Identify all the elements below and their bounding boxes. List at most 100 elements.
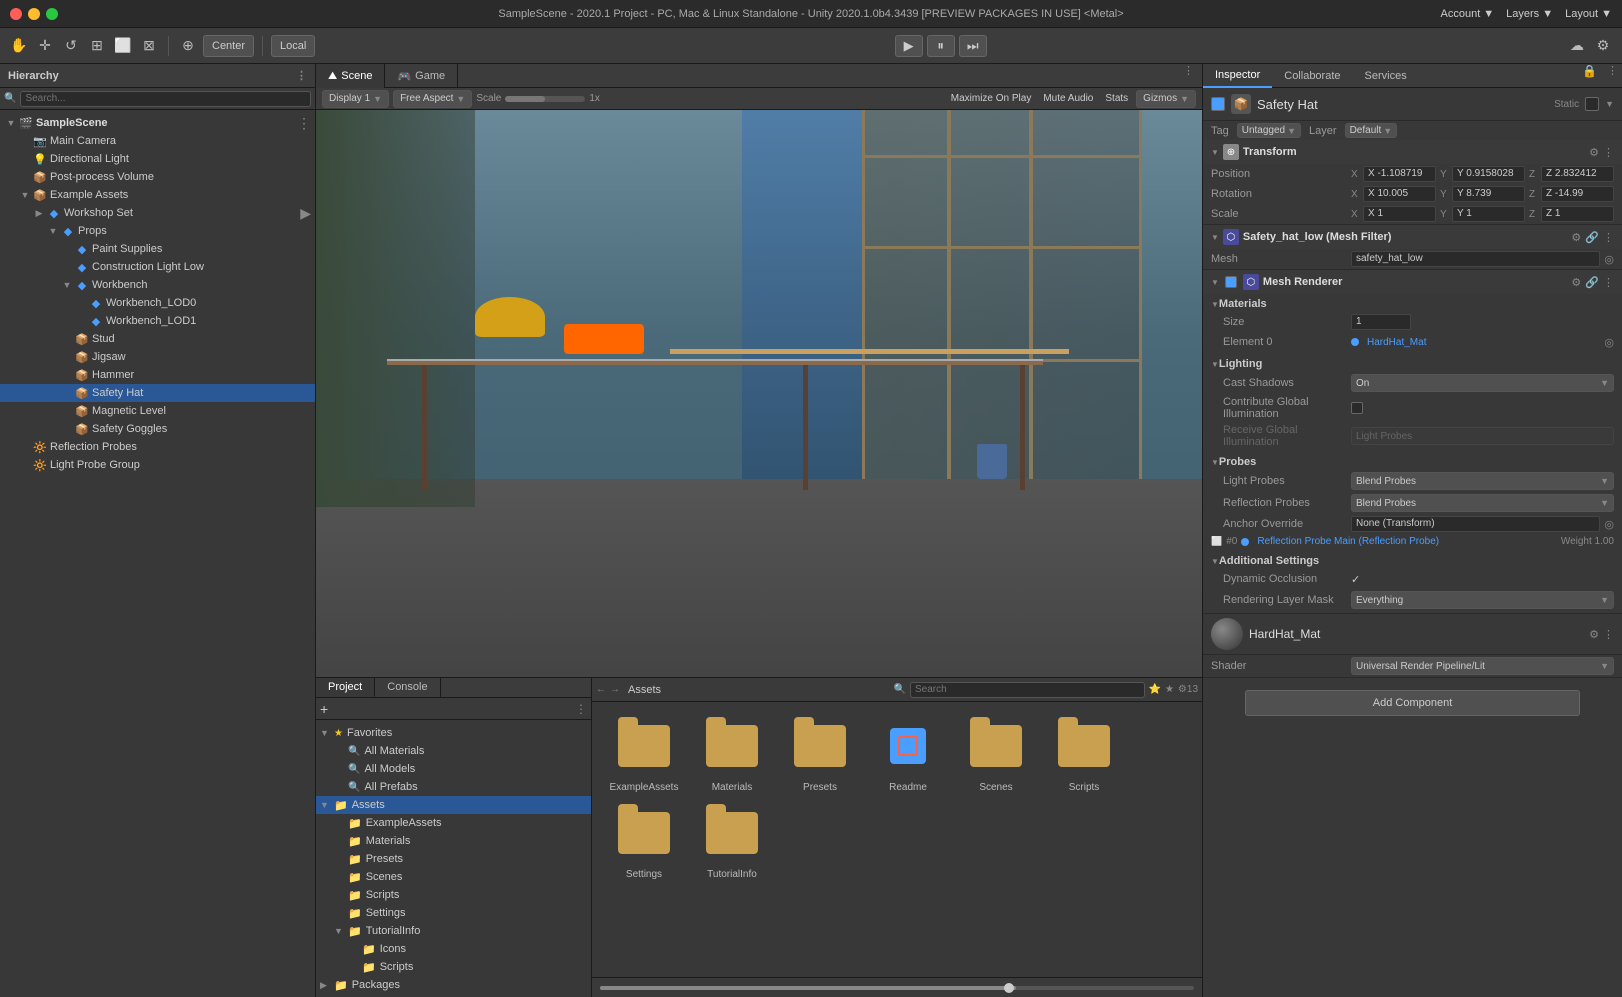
hierarchy-menu-icon[interactable]: ⋮ bbox=[296, 69, 307, 82]
position-y-input[interactable]: Y 0.9158028 bbox=[1452, 166, 1525, 182]
hierarchy-item-magnetic-level[interactable]: 📦 Magnetic Level bbox=[0, 402, 315, 420]
display-dropdown[interactable]: Display 1 ▼ bbox=[322, 90, 389, 108]
project-favorites-group[interactable]: ▼ ★ Favorites bbox=[316, 724, 591, 742]
local-button[interactable]: Local bbox=[271, 35, 315, 57]
scene-root-menu-icon[interactable]: ⋮ bbox=[297, 115, 311, 132]
hierarchy-item-hammer[interactable]: 📦 Hammer bbox=[0, 366, 315, 384]
scale-z-input[interactable]: Z 1 bbox=[1541, 206, 1614, 222]
mr-gear-icon[interactable]: ⚙ bbox=[1571, 276, 1581, 289]
hierarchy-item-example-assets[interactable]: ▼ 📦 Example Assets bbox=[0, 186, 315, 204]
hierarchy-item-safety-hat[interactable]: 📦 Safety Hat bbox=[0, 384, 315, 402]
transform-more-icon[interactable]: ⋮ bbox=[1603, 146, 1614, 159]
asset-scripts[interactable]: Scripts bbox=[1044, 714, 1124, 793]
project-scripts[interactable]: 📁 Scripts bbox=[316, 886, 591, 904]
aspect-dropdown[interactable]: Free Aspect ▼ bbox=[393, 90, 472, 108]
hierarchy-search-input[interactable] bbox=[20, 91, 311, 107]
project-all-materials[interactable]: 🔍 All Materials bbox=[316, 742, 591, 760]
scale-tool-icon[interactable]: ⊞ bbox=[86, 35, 108, 57]
tab-inspector[interactable]: Inspector bbox=[1203, 64, 1272, 88]
tab-console[interactable]: Console bbox=[375, 678, 440, 697]
object-active-checkbox[interactable] bbox=[1211, 97, 1225, 111]
rotation-x-input[interactable]: X 10.005 bbox=[1363, 186, 1436, 202]
rotate-tool-icon[interactable]: ↺ bbox=[60, 35, 82, 57]
mesh-filter-link-icon[interactable]: 🔗 bbox=[1585, 231, 1599, 244]
project-assets-group[interactable]: ▼ 📁 Assets bbox=[316, 796, 591, 814]
tab-project[interactable]: Project bbox=[316, 678, 375, 697]
hierarchy-item-workshop-set[interactable]: ▶ ◆ Workshop Set ▶ bbox=[0, 204, 315, 222]
materials-size-value[interactable]: 1 bbox=[1351, 314, 1411, 330]
tab-services[interactable]: Services bbox=[1353, 64, 1419, 88]
size-slider-track[interactable] bbox=[600, 986, 1194, 990]
scale-x-input[interactable]: X 1 bbox=[1363, 206, 1436, 222]
step-button[interactable]: ⏭ bbox=[959, 35, 987, 57]
mesh-pick-icon[interactable]: ◎ bbox=[1604, 253, 1614, 266]
tab-collaborate[interactable]: Collaborate bbox=[1272, 64, 1352, 88]
hierarchy-item-workbench[interactable]: ▼ ◆ Workbench bbox=[0, 276, 315, 294]
light-probes-dropdown[interactable]: Blend Probes ▼ bbox=[1351, 472, 1614, 490]
static-chevron-icon[interactable]: ▼ bbox=[1605, 99, 1614, 109]
transform-tool-icon[interactable]: ⊠ bbox=[138, 35, 160, 57]
anchor-override-value[interactable]: None (Transform) bbox=[1351, 516, 1600, 532]
project-add-icon[interactable]: + bbox=[320, 701, 328, 717]
mesh-renderer-checkbox[interactable] bbox=[1225, 276, 1237, 288]
rotation-y-input[interactable]: Y 8.739 bbox=[1452, 186, 1525, 202]
hierarchy-item-light-probe-group[interactable]: 🔆 Light Probe Group bbox=[0, 456, 315, 474]
transform-section-header[interactable]: ▼ ⊕ Transform ⚙ ⋮ bbox=[1203, 140, 1622, 164]
scale-bar[interactable] bbox=[505, 96, 585, 102]
project-scenes[interactable]: 📁 Scenes bbox=[316, 868, 591, 886]
add-component-button[interactable]: Add Component bbox=[1245, 690, 1580, 716]
hierarchy-item-main-camera[interactable]: 📷 Main Camera bbox=[0, 132, 315, 150]
pivot-icon[interactable]: ⊕ bbox=[177, 35, 199, 57]
assets-search-input[interactable] bbox=[910, 682, 1145, 698]
center-button[interactable]: Center bbox=[203, 35, 254, 57]
mute-audio-button[interactable]: Mute Audio bbox=[1039, 93, 1097, 104]
anchor-override-pick-icon[interactable]: ◎ bbox=[1604, 518, 1614, 531]
assets-forward-icon[interactable]: → bbox=[610, 684, 620, 695]
rendering-layer-mask-dropdown[interactable]: Everything ▼ bbox=[1351, 591, 1614, 609]
project-tutorial-info[interactable]: ▼ 📁 TutorialInfo bbox=[316, 922, 591, 940]
mr-more-icon[interactable]: ⋮ bbox=[1603, 276, 1614, 289]
hierarchy-scene-root[interactable]: ▼ 🎬 SampleScene ⋮ bbox=[0, 114, 315, 132]
hierarchy-item-workbench-lod0[interactable]: ◆ Workbench_LOD0 bbox=[0, 294, 315, 312]
account-dropdown[interactable]: Account ▼ bbox=[1441, 8, 1495, 20]
project-presets[interactable]: 📁 Presets bbox=[316, 850, 591, 868]
assets-save-search-icon[interactable]: ⭐ bbox=[1149, 684, 1161, 695]
mesh-renderer-header[interactable]: ▼ ⬡ Mesh Renderer ⚙ 🔗 ⋮ bbox=[1203, 270, 1622, 294]
project-settings[interactable]: 📁 Settings bbox=[316, 904, 591, 922]
hierarchy-item-props[interactable]: ▼ ◆ Props bbox=[0, 222, 315, 240]
asset-example-assets[interactable]: ExampleAssets bbox=[604, 714, 684, 793]
tab-scene[interactable]: ⛰ Scene bbox=[316, 64, 385, 88]
settings-icon[interactable]: ⚙ bbox=[1592, 35, 1614, 57]
cloud-icon[interactable]: ☁ bbox=[1566, 35, 1588, 57]
cgi-checkbox[interactable] bbox=[1351, 402, 1363, 414]
layers-dropdown[interactable]: Layers ▼ bbox=[1506, 8, 1553, 20]
dynamic-occlusion-check-icon[interactable]: ✓ bbox=[1351, 573, 1360, 586]
scene-tab-menu-icon[interactable]: ⋮ bbox=[1175, 64, 1202, 87]
hierarchy-item-paint-supplies[interactable]: ◆ Paint Supplies bbox=[0, 240, 315, 258]
stats-button[interactable]: Stats bbox=[1101, 93, 1132, 104]
tab-game[interactable]: 🎮 Game bbox=[385, 64, 458, 88]
close-button[interactable] bbox=[10, 8, 22, 20]
project-ti-scripts[interactable]: 📁 Scripts bbox=[316, 958, 591, 976]
workshop-menu-icon[interactable]: ▶ bbox=[300, 205, 311, 222]
hierarchy-item-reflection-probes[interactable]: 🔆 Reflection Probes bbox=[0, 438, 315, 456]
lighting-sub-header[interactable]: ▼ Lighting bbox=[1203, 356, 1622, 372]
rect-tool-icon[interactable]: ⬜ bbox=[112, 35, 134, 57]
material-more-icon[interactable]: ⋮ bbox=[1603, 628, 1614, 641]
mesh-filter-header[interactable]: ▼ ⬡ Safety_hat_low (Mesh Filter) ⚙ 🔗 ⋮ bbox=[1203, 225, 1622, 249]
tag-dropdown[interactable]: Untagged ▼ bbox=[1237, 123, 1301, 138]
hierarchy-item-postprocess[interactable]: 📦 Post-process Volume bbox=[0, 168, 315, 186]
material-gear-icon[interactable]: ⚙ bbox=[1589, 628, 1599, 641]
asset-settings[interactable]: Settings bbox=[604, 801, 684, 880]
inspector-menu-icon[interactable]: ⋮ bbox=[1603, 64, 1622, 87]
scale-y-input[interactable]: Y 1 bbox=[1452, 206, 1525, 222]
cast-shadows-dropdown[interactable]: On ▼ bbox=[1351, 374, 1614, 392]
position-x-input[interactable]: X -1.108719 bbox=[1363, 166, 1436, 182]
mesh-value[interactable]: safety_hat_low bbox=[1351, 251, 1600, 267]
asset-scenes[interactable]: Scenes bbox=[956, 714, 1036, 793]
position-z-input[interactable]: Z 2.832412 bbox=[1541, 166, 1614, 182]
scene-viewport[interactable] bbox=[316, 110, 1202, 677]
hierarchy-item-workbench-lod1[interactable]: ◆ Workbench_LOD1 bbox=[0, 312, 315, 330]
project-menu-icon[interactable]: ⋮ bbox=[575, 702, 587, 716]
inspector-lock-icon[interactable]: 🔒 bbox=[1576, 64, 1603, 87]
